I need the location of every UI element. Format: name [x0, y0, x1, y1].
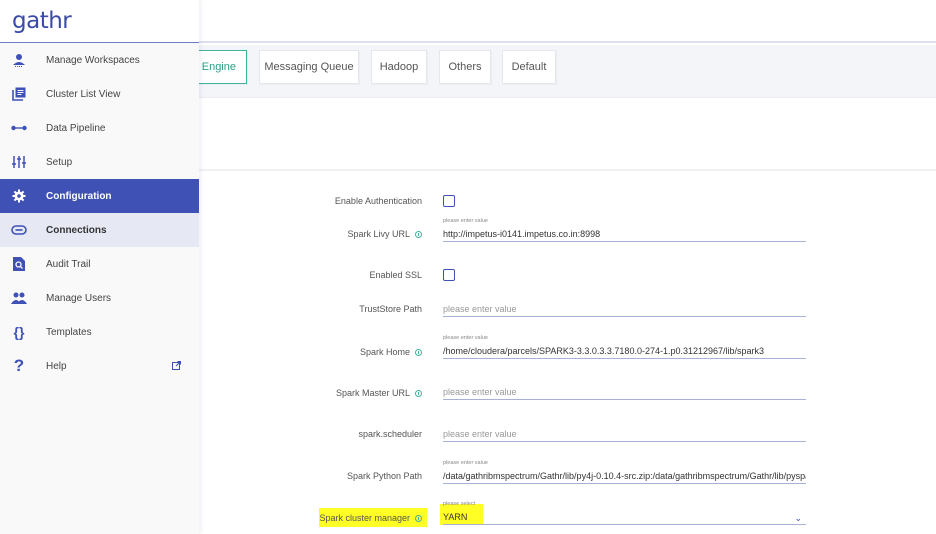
sidebar-item-manage-workspaces[interactable]: Manage Workspaces — [0, 43, 199, 77]
sidebar-item-data-pipeline[interactable]: Data Pipeline — [0, 111, 199, 145]
tab-hadoop[interactable]: Hadoop — [371, 50, 427, 84]
spark-scheduler-label: spark.scheduler — [358, 429, 422, 439]
sidebar-item-label: Manage Users — [46, 292, 112, 304]
field-hint: please enter value — [443, 335, 488, 341]
sidebar-item-connections[interactable]: Connections — [0, 213, 199, 247]
tab-others[interactable]: Others — [439, 50, 491, 84]
field-placeholder: please enter value — [443, 304, 517, 314]
sidebar-item-label: Audit Trail — [46, 258, 91, 270]
person-icon — [11, 52, 27, 68]
link-icon — [11, 222, 27, 238]
sidebar: gathr Manage Workspaces Cluster List Vie… — [0, 0, 199, 534]
spark-home-input[interactable]: please enter value /home/cloudera/parcel… — [443, 335, 806, 359]
spark-python-path-label: Spark Python Path — [346, 471, 422, 481]
spark-home-label: Spark Home — [360, 347, 422, 357]
info-icon[interactable] — [415, 514, 422, 522]
sidebar-item-manage-users[interactable]: Manage Users — [0, 281, 199, 315]
tab-default[interactable]: Default — [502, 50, 556, 84]
field-value: /home/cloudera/parcels/SPARK3-3.3.0.3.3.… — [443, 346, 765, 356]
field-value: http://impetus-i0141.impetus.co.in:8998 — [443, 229, 601, 239]
field-hint: please select — [443, 501, 476, 507]
tab-messaging-queue[interactable]: Messaging Queue — [259, 50, 359, 84]
truststore-path-label: TrustStore Path — [359, 304, 422, 314]
chevron-down-icon[interactable]: ⌄ — [794, 513, 802, 524]
sidebar-item-audit-trail[interactable]: Audit Trail — [0, 247, 199, 281]
external-link-icon[interactable] — [172, 357, 181, 375]
sidebar-item-cluster-list-view[interactable]: Cluster List View — [0, 77, 199, 111]
field-placeholder: please enter value — [443, 387, 517, 397]
sidebar-item-label: Connections — [46, 224, 107, 236]
sidebar-header: gathr — [0, 0, 199, 43]
sidebar-item-label: Manage Workspaces — [46, 54, 140, 66]
gear-icon — [11, 188, 27, 204]
spark-scheduler-input[interactable]: please enter value — [443, 428, 806, 442]
tab-label: Hadoop — [379, 61, 419, 73]
sidebar-item-setup[interactable]: Setup — [0, 145, 199, 179]
sidebar-item-label: Templates — [46, 326, 92, 338]
question-icon: ? — [13, 356, 25, 375]
spark-master-url-input[interactable]: please enter value — [443, 386, 806, 400]
users-icon — [11, 290, 27, 306]
info-icon[interactable] — [415, 230, 422, 238]
document-search-icon — [11, 256, 27, 272]
tab-label: Default — [511, 61, 547, 73]
sidebar-item-templates[interactable]: {} Templates — [0, 315, 199, 349]
app-root: g Engine Messaging Queue Hadoop Others D… — [0, 0, 936, 534]
sidebar-item-label: Setup — [46, 156, 73, 168]
spark-livy-url-label: Spark Livy URL — [347, 229, 422, 239]
sidebar-item-label: Help — [46, 360, 67, 372]
info-icon[interactable] — [415, 389, 422, 397]
spark-cluster-manager-select[interactable]: please select YARN ⌄ — [443, 501, 806, 525]
enable-authentication-checkbox[interactable] — [443, 195, 455, 207]
tab-label: Others — [448, 61, 482, 73]
field-value: YARN — [443, 512, 468, 522]
field-hint: please enter value — [443, 460, 488, 466]
field-placeholder: please enter value — [443, 429, 517, 439]
enabled-ssl-checkbox[interactable] — [443, 269, 455, 281]
sliders-icon — [11, 154, 27, 170]
enabled-ssl-label: Enabled SSL — [369, 270, 422, 280]
gathr-logo[interactable]: gathr — [12, 8, 72, 34]
spark-python-path-input[interactable]: please enter value /data/gathribmspectru… — [443, 460, 806, 484]
list-view-icon — [11, 86, 27, 102]
sidebar-item-label: Data Pipeline — [46, 122, 106, 134]
info-icon[interactable] — [415, 348, 422, 356]
sidebar-item-label: Configuration — [46, 190, 112, 202]
sidebar-item-label: Cluster List View — [46, 88, 121, 100]
sidebar-item-help[interactable]: ? Help — [0, 349, 199, 383]
tab-label: g Engine — [192, 61, 236, 73]
braces-icon: {} — [13, 324, 25, 340]
field-value: /data/gathribmspectrum/Gathr/lib/py4j-0.… — [443, 471, 806, 481]
truststore-path-input[interactable]: please enter value — [443, 303, 806, 317]
spark-master-url-label: Spark Master URL — [336, 388, 422, 398]
pipeline-icon — [11, 120, 27, 136]
enable-authentication-label: Enable Authentication — [334, 196, 422, 206]
spark-livy-url-input[interactable]: please enter value http://impetus-i0141.… — [443, 218, 806, 242]
tab-label: Messaging Queue — [264, 61, 354, 73]
spark-cluster-manager-label: Spark cluster manager — [319, 513, 422, 523]
field-hint: please enter value — [443, 218, 488, 224]
sidebar-item-configuration[interactable]: Configuration — [0, 179, 199, 213]
